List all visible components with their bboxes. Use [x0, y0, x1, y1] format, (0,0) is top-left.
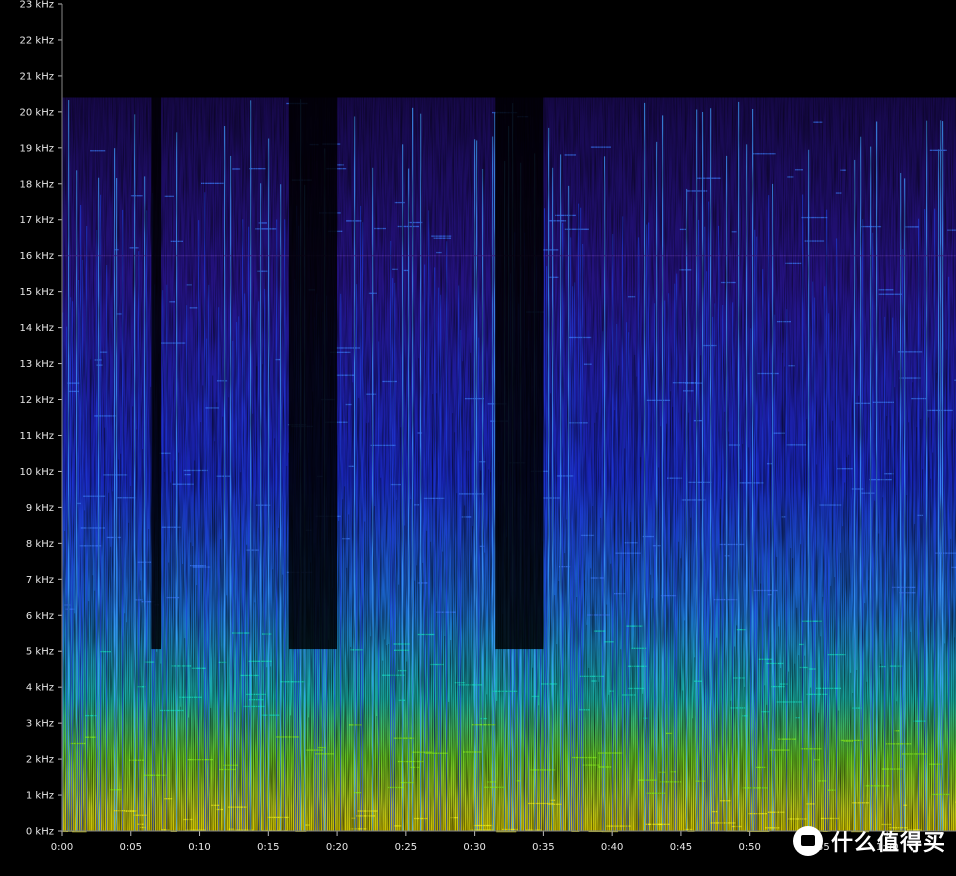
x-tick-label: 0:45 — [670, 842, 692, 853]
y-tick-label: 19 kHz — [20, 143, 54, 154]
y-tick-label: 17 kHz — [20, 215, 54, 226]
spectrogram-svg: 0 kHz 1 kHz 2 kHz 3 kHz 4 kHz 5 kHz 6 kHz 7 kHz… — [0, 0, 956, 872]
x-tick-label: 0:10 — [188, 842, 210, 853]
y-tick-label: 7 kHz — [26, 575, 54, 586]
watermark: 什么值得买 — [792, 824, 946, 858]
x-tick-label: 0:25 — [395, 842, 417, 853]
y-tick-label: 3 kHz — [26, 719, 54, 730]
y-tick-label: 10 kHz — [20, 467, 54, 478]
x-tick-label: 0:40 — [601, 842, 623, 853]
y-tick-label: 13 kHz — [20, 359, 54, 370]
plot-area — [62, 4, 956, 833]
y-tick-label: 2 kHz — [26, 755, 54, 766]
watermark-text: 什么值得买 — [830, 831, 946, 856]
y-tick-label: 15 kHz — [20, 287, 54, 298]
y-tick-label: 21 kHz — [20, 71, 54, 82]
x-tick-label: 0:30 — [463, 842, 485, 853]
x-tick-label: 0:20 — [326, 842, 348, 853]
watermark-logo-icon — [792, 826, 823, 856]
x-tick-label: 0:35 — [532, 842, 554, 853]
y-tick-label: 18 kHz — [20, 179, 54, 190]
y-tick-label: 20 kHz — [20, 107, 54, 118]
y-tick-label: 12 kHz — [20, 395, 54, 406]
x-tick-label: 0:05 — [120, 842, 142, 853]
y-tick-label: 8 kHz — [26, 539, 54, 550]
y-tick-label: 14 kHz — [20, 323, 54, 334]
y-tick-label: 23 kHz — [20, 0, 54, 11]
x-tick-label: 0:50 — [738, 842, 760, 853]
y-tick-label: 11 kHz — [20, 431, 54, 442]
texture-overlay — [62, 97, 956, 832]
y-tick-label: 1 kHz — [26, 791, 54, 802]
y-tick-label: 16 kHz — [20, 251, 54, 262]
spectrogram-chart: 0 kHz 1 kHz 2 kHz 3 kHz 4 kHz 5 kHz 6 kHz 7 kHz… — [0, 0, 956, 872]
y-tick-label: 22 kHz — [20, 35, 54, 46]
y-tick-label: 9 kHz — [26, 503, 54, 514]
x-tick-label: 0:00 — [51, 842, 73, 853]
y-tick-label: 5 kHz — [26, 647, 54, 658]
y-tick-label: 6 kHz — [26, 611, 54, 622]
x-tick-label: 0:15 — [257, 842, 279, 853]
silent-band-above-cutoff — [62, 4, 956, 98]
y-tick-label: 0 kHz — [26, 827, 54, 838]
y-tick-label: 4 kHz — [26, 683, 54, 694]
